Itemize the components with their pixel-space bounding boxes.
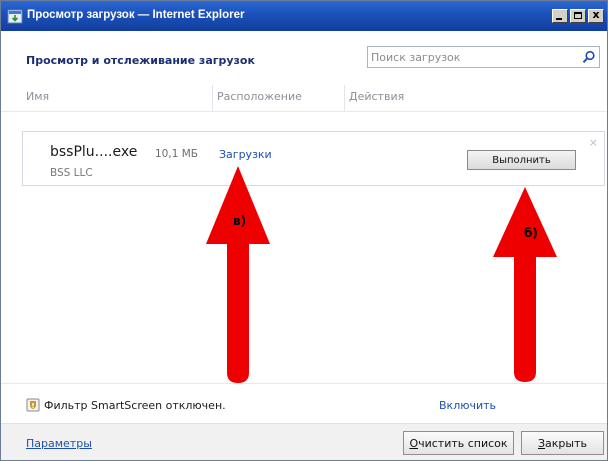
minimize-button[interactable] <box>552 9 568 23</box>
download-publisher: BSS LLC <box>50 167 93 179</box>
title-bar[interactable]: Просмотр загрузок — Internet Explorer x <box>1 1 607 31</box>
column-headers: Имя Расположение Действия <box>1 85 607 112</box>
page-title: Просмотр и отслеживание загрузок <box>26 54 255 67</box>
download-item[interactable]: bssPlu....exe 10,1 МБ Загрузки BSS LLC В… <box>22 131 605 186</box>
footer-bar: Параметры Очистить список Закрыть <box>1 423 607 460</box>
maximize-icon <box>574 12 582 19</box>
annotation-label-left: в) <box>233 214 247 228</box>
close-hotkey: З <box>537 436 546 450</box>
clear-list-button[interactable]: Очистить список <box>403 431 514 455</box>
column-divider <box>212 85 213 111</box>
dismiss-item-icon[interactable]: × <box>589 137 598 148</box>
smartscreen-status-text: Фильтр SmartScreen отключен. <box>44 399 226 412</box>
download-file-name: bssPlu....exe <box>50 144 138 160</box>
column-header-location[interactable]: Расположение <box>217 90 302 103</box>
search-icon[interactable] <box>582 50 596 64</box>
close-button[interactable]: Закрыть <box>521 431 604 455</box>
downloads-window: Просмотр загрузок — Internet Explorer x … <box>0 0 608 461</box>
annotation-arrow-right <box>493 187 557 382</box>
smartscreen-enable-link[interactable]: Включить <box>439 399 496 412</box>
column-divider <box>344 85 345 111</box>
run-button[interactable]: Выполнить <box>467 150 576 170</box>
window-title: Просмотр загрузок — Internet Explorer <box>27 9 245 21</box>
ie-download-icon <box>7 9 23 24</box>
clear-list-hotkey: О <box>409 436 419 450</box>
close-icon: x <box>592 8 600 21</box>
download-file-size: 10,1 МБ <box>155 148 198 160</box>
annotation-arrow-left <box>206 166 270 383</box>
maximize-button[interactable] <box>570 9 586 23</box>
smartscreen-bar: Фильтр SmartScreen отключен. Включить <box>1 383 607 424</box>
minimize-icon <box>556 18 562 20</box>
search-box[interactable] <box>367 46 600 68</box>
shield-warning-icon <box>26 398 40 412</box>
clear-list-label: чистить список <box>418 436 508 450</box>
window-controls: x <box>550 8 604 23</box>
annotation-label-right: б) <box>524 226 538 240</box>
settings-link[interactable]: Параметры <box>26 437 92 450</box>
column-header-name[interactable]: Имя <box>26 90 49 103</box>
close-label: акрыть <box>545 436 587 450</box>
close-window-button[interactable]: x <box>588 8 604 23</box>
download-location-link[interactable]: Загрузки <box>219 148 272 161</box>
column-header-actions[interactable]: Действия <box>349 90 404 103</box>
search-input[interactable] <box>371 49 571 65</box>
